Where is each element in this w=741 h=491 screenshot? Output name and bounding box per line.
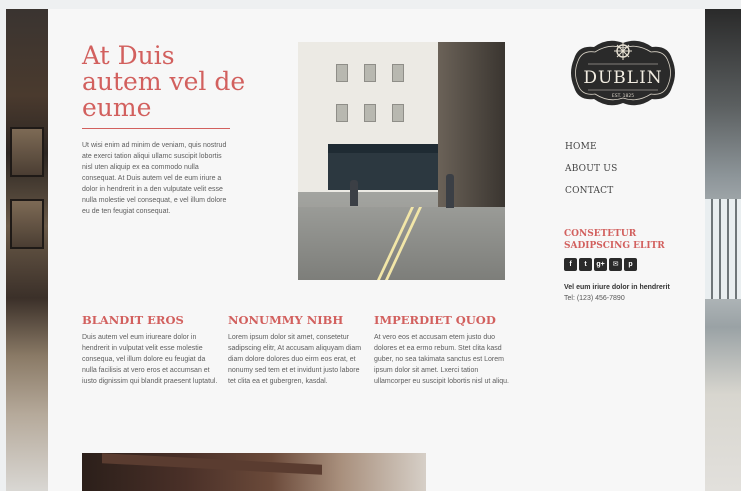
contact-name: Vel eum iriure dolor in hendrerit: [564, 284, 670, 291]
column-text: Lorem ipsum dolor sit amet, consetetur s…: [228, 334, 362, 385]
intro-paragraph: Ut wisi enim ad minim de veniam, quis no…: [82, 142, 227, 215]
window-shape: [364, 64, 376, 82]
column-heading: IMPERDIET QUOD: [374, 313, 496, 327]
logo-established: EST. 1825: [612, 93, 634, 99]
logo-wordmark: DUBLIN: [583, 68, 662, 88]
window-shape: [336, 64, 348, 82]
feature-column: BLANDIT EROS Duis autem vel eum iriurear…: [82, 313, 220, 387]
window-shape: [392, 104, 404, 122]
awning-shape: [102, 453, 322, 475]
twitter-icon[interactable]: t: [579, 258, 592, 271]
column-heading: NONUMMY NIBH: [228, 313, 344, 327]
social-links: f t g+ ✉ p: [564, 258, 637, 271]
window-shape: [392, 64, 404, 82]
window-shape: [10, 199, 44, 249]
window-shape: [364, 104, 376, 122]
person-shape: [350, 180, 358, 206]
facebook-icon[interactable]: f: [564, 258, 577, 271]
page-panel: At Duis autem vel de eume Ut wisi enim a…: [48, 9, 705, 491]
logo-badge: DUBLIN EST. 1825: [571, 40, 675, 106]
bottom-storefront-image: [82, 453, 426, 491]
pinterest-icon[interactable]: p: [624, 258, 637, 271]
email-icon[interactable]: ✉: [609, 258, 622, 271]
feature-column: IMPERDIET QUOD At vero eos et accusam et…: [374, 313, 512, 387]
nav-contact[interactable]: CONTACT: [565, 186, 617, 197]
hero-street-image: [298, 42, 505, 280]
person-shape: [446, 174, 454, 208]
column-heading: BLANDIT EROS: [82, 313, 184, 327]
shop-sign-shape: [328, 144, 438, 153]
column-text: At vero eos et accusam etem justo duo do…: [374, 334, 510, 385]
window-shape: [705, 199, 741, 299]
sidebar-heading: CONSETETUR SADIPSCING ELITR: [564, 229, 665, 251]
nav-home[interactable]: HOME: [565, 142, 617, 153]
title-divider: [82, 128, 230, 129]
left-background-photo: [6, 9, 48, 491]
contact-phone[interactable]: Tel: (123) 456-7890: [564, 295, 625, 302]
feature-column: NONUMMY NIBH Lorem ipsum dolor sit amet,…: [228, 313, 366, 387]
page-title: At Duis autem vel de eume: [82, 41, 246, 122]
right-background-photo: [705, 9, 741, 491]
window-shape: [10, 127, 44, 177]
google-plus-icon[interactable]: g+: [594, 258, 607, 271]
window-shape: [336, 104, 348, 122]
main-nav: HOME ABOUT US CONTACT: [565, 142, 617, 208]
column-text: Duis autem vel eum iriureare dolor in he…: [82, 334, 218, 385]
dublin-logo[interactable]: DUBLIN EST. 1825: [564, 31, 682, 115]
nav-about-us[interactable]: ABOUT US: [565, 164, 617, 175]
